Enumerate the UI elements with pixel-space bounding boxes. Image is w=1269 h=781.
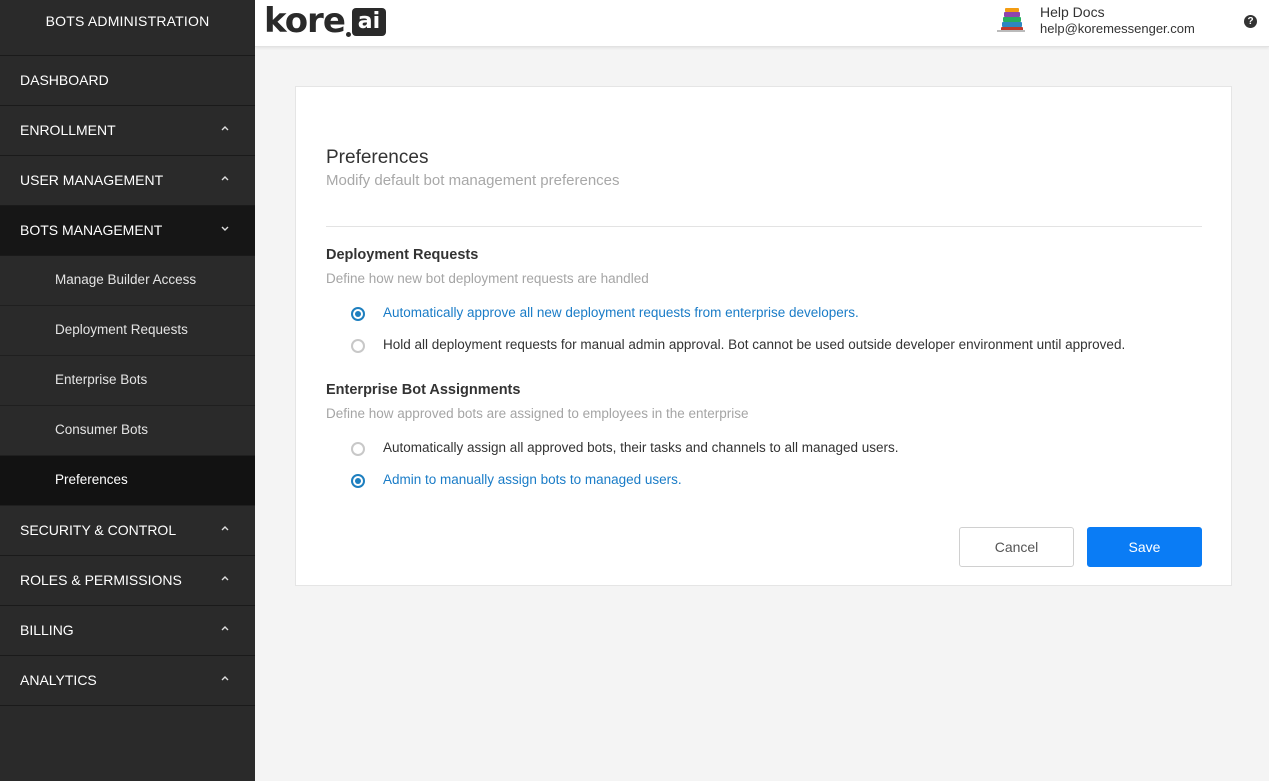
preferences-card: Preferences Modify default bot managemen… <box>295 86 1232 586</box>
chevron-up-icon <box>221 624 229 632</box>
logo-text: kore <box>264 1 346 41</box>
sub-item-label: Manage Builder Access <box>55 272 197 287</box>
section-title-deployment-requests: Deployment Requests <box>326 247 479 263</box>
nav-item-label: DASHBOARD <box>20 72 109 88</box>
chevron-down-icon <box>221 224 229 232</box>
cancel-button[interactable]: Cancel <box>959 527 1074 567</box>
nav-item-bots-management[interactable]: BOTS MANAGEMENT <box>0 206 255 256</box>
sub-item-label: Preferences <box>55 472 128 487</box>
nav-item-analytics[interactable]: ANALYTICS <box>0 656 255 706</box>
chevron-up-icon <box>221 674 229 682</box>
sidebar-title: BOTS ADMINISTRATION <box>0 0 255 56</box>
nav-item-label: USER MANAGEMENT <box>20 172 164 188</box>
sub-item-manage-builder-access[interactable]: Manage Builder Access <box>0 256 255 306</box>
sub-item-label: Consumer Bots <box>55 422 149 437</box>
logo-dot <box>346 32 351 37</box>
radio-label: Hold all deployment requests for manual … <box>383 337 1126 352</box>
nav-item-label: SECURITY & CONTROL <box>20 522 177 538</box>
avatar[interactable] <box>995 3 1027 35</box>
user-email: help@koremessenger.com <box>1040 21 1195 36</box>
help-docs-link[interactable]: Help Docs <box>1040 4 1105 20</box>
radio-button[interactable] <box>351 339 365 353</box>
section-desc-deployment-requests: Define how new bot deployment requests a… <box>326 271 649 286</box>
radio-button[interactable] <box>351 442 365 456</box>
nav-item-label: BILLING <box>20 622 74 638</box>
radio-button-checked[interactable] <box>351 307 365 321</box>
nav-item-label: ANALYTICS <box>20 672 97 688</box>
nav-item-roles-permissions[interactable]: ROLES & PERMISSIONS <box>0 556 255 606</box>
radio-label: Admin to manually assign bots to managed… <box>383 472 682 487</box>
top-header: kore ai Help Docs help@koremessenger.com… <box>255 0 1269 47</box>
page-title: Preferences <box>326 147 429 168</box>
divider <box>326 226 1202 227</box>
sub-item-label: Enterprise Bots <box>55 372 148 387</box>
sub-item-consumer-bots[interactable]: Consumer Bots <box>0 406 255 456</box>
section-desc-enterprise-bot-assignments: Define how approved bots are assigned to… <box>326 406 749 421</box>
sidebar: BOTS ADMINISTRATION DASHBOARD ENROLLMENT… <box>0 0 255 781</box>
section-title-enterprise-bot-assignments: Enterprise Bot Assignments <box>326 382 521 398</box>
chevron-up-icon <box>221 524 229 532</box>
radio-button-checked[interactable] <box>351 474 365 488</box>
radio-label: Automatically approve all new deployment… <box>383 305 859 320</box>
radio-label: Automatically assign all approved bots, … <box>383 440 899 455</box>
nav-item-enrollment[interactable]: ENROLLMENT <box>0 106 255 156</box>
save-button[interactable]: Save <box>1087 527 1202 567</box>
sub-item-enterprise-bots[interactable]: Enterprise Bots <box>0 356 255 406</box>
nav-item-label: ENROLLMENT <box>20 122 116 138</box>
nav-item-dashboard[interactable]: DASHBOARD <box>0 56 255 106</box>
page-subtitle: Modify default bot management preference… <box>326 172 620 189</box>
logo-suffix: ai <box>352 8 386 36</box>
chevron-up-icon <box>221 174 229 182</box>
chevron-up-icon <box>221 574 229 582</box>
nav-item-user-management[interactable]: USER MANAGEMENT <box>0 156 255 206</box>
sub-item-preferences[interactable]: Preferences <box>0 456 255 506</box>
nav-item-label: ROLES & PERMISSIONS <box>20 572 182 588</box>
chevron-up-icon <box>221 124 229 132</box>
nav-item-billing[interactable]: BILLING <box>0 606 255 656</box>
sub-item-label: Deployment Requests <box>55 322 188 337</box>
nav-item-security-control[interactable]: SECURITY & CONTROL <box>0 506 255 556</box>
sub-item-deployment-requests[interactable]: Deployment Requests <box>0 306 255 356</box>
nav-item-label: BOTS MANAGEMENT <box>20 222 163 238</box>
question-circle-icon[interactable]: ? <box>1244 15 1257 28</box>
